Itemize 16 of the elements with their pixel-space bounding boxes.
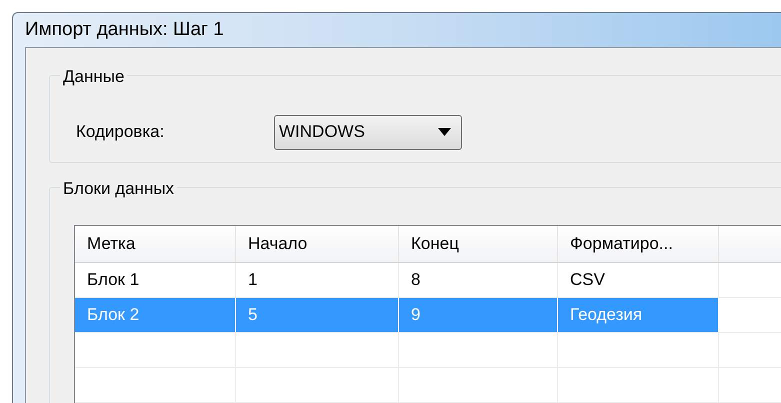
table-cell: Блок 1 bbox=[75, 263, 236, 297]
column-header[interactable]: Метка bbox=[75, 226, 236, 262]
table-cell: 9 bbox=[399, 298, 558, 332]
table-cell: Геодезия bbox=[558, 298, 719, 332]
caret-icon bbox=[438, 128, 451, 136]
table-cell: 1 bbox=[236, 263, 399, 297]
table-cell: 5 bbox=[236, 298, 399, 332]
table-cell: CSV bbox=[558, 263, 719, 297]
column-header[interactable]: Форматиро... bbox=[558, 226, 719, 262]
window-title: Импорт данных: Шаг 1 bbox=[25, 18, 224, 42]
column-header[interactable]: Конец bbox=[399, 226, 558, 262]
encoding-dropdown[interactable]: WINDOWS bbox=[274, 114, 462, 150]
column-header[interactable]: Начало bbox=[236, 226, 399, 262]
table-cell: Блок 2 bbox=[75, 298, 236, 332]
encoding-label: Кодировка: bbox=[76, 121, 166, 144]
table-cell: 8 bbox=[399, 263, 558, 297]
